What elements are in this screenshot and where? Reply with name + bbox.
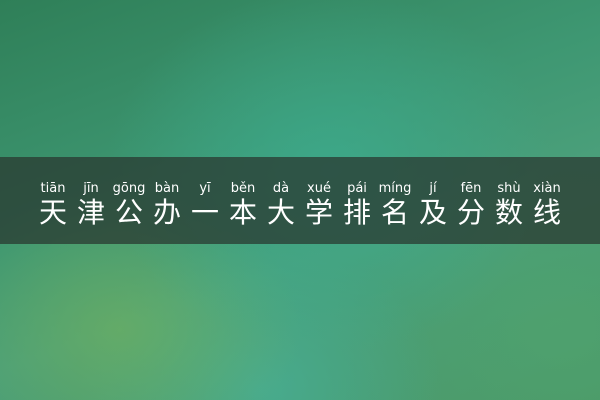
title-character: tiān 天 [35, 181, 72, 229]
title-character: fēn 分 [453, 181, 490, 229]
hanzi-character: 本 [228, 196, 257, 229]
hanzi-character: 公 [114, 196, 143, 229]
hanzi-character: 天 [38, 196, 67, 229]
title-character: xiàn 线 [529, 181, 566, 229]
hanzi-character: 办 [152, 196, 181, 229]
pinyin-annotation: míng [378, 181, 412, 196]
hanzi-character: 数 [494, 196, 523, 229]
hanzi-character: 大 [266, 196, 295, 229]
pinyin-annotation: yī [199, 181, 211, 196]
hanzi-character: 排 [342, 196, 371, 229]
hanzi-character: 及 [418, 196, 447, 229]
pinyin-annotation: xiàn [533, 181, 561, 196]
page-title: tiān 天 jīn 津 gōng 公 bàn 办 yī 一 běn 本 dà … [0, 157, 600, 244]
title-character: jí 及 [415, 181, 452, 229]
hanzi-character: 一 [190, 196, 219, 229]
pinyin-annotation: jīn [83, 181, 99, 196]
pinyin-annotation: gōng [112, 181, 146, 196]
title-character: jīn 津 [73, 181, 110, 229]
hanzi-character: 名 [380, 196, 409, 229]
hanzi-character: 线 [532, 196, 561, 229]
title-character: gōng 公 [111, 181, 148, 229]
title-character: bàn 办 [149, 181, 186, 229]
pinyin-annotation: shù [497, 181, 521, 196]
pinyin-annotation: běn [230, 181, 256, 196]
hanzi-character: 津 [76, 196, 105, 229]
pinyin-annotation: dà [272, 181, 290, 196]
title-character: xué 学 [301, 181, 338, 229]
title-character: shù 数 [491, 181, 528, 229]
pinyin-annotation: bàn [154, 181, 180, 196]
title-character: běn 本 [225, 181, 262, 229]
pinyin-annotation: tiān [40, 181, 66, 196]
pinyin-annotation: jí [429, 181, 437, 196]
pinyin-annotation: xué [307, 181, 331, 196]
title-character: dà 大 [263, 181, 300, 229]
hanzi-character: 分 [456, 196, 485, 229]
hanzi-character: 学 [304, 196, 333, 229]
title-character: míng 名 [377, 181, 414, 229]
pinyin-annotation: fēn [460, 181, 482, 196]
title-character: yī 一 [187, 181, 224, 229]
title-character: pái 排 [339, 181, 376, 229]
pinyin-annotation: pái [347, 181, 367, 196]
